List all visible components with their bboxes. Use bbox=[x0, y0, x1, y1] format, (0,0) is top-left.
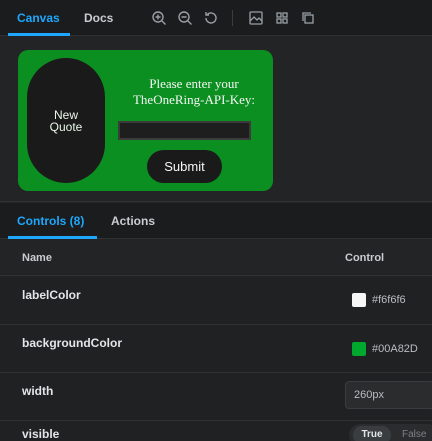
submit-button[interactable]: Submit bbox=[147, 150, 222, 183]
table-row: width 260px bbox=[0, 373, 432, 421]
toggle-true-option[interactable]: True bbox=[353, 426, 391, 441]
canvas-preview: New Quote Please enter your TheOneRing-A… bbox=[0, 37, 432, 202]
grid-icon[interactable] bbox=[274, 10, 290, 26]
column-header-name: Name bbox=[22, 252, 52, 264]
tab-controls[interactable]: Controls (8) bbox=[17, 203, 84, 239]
table-row: labelColor #f6f6f6 bbox=[0, 277, 432, 325]
tab-docs[interactable]: Docs bbox=[84, 0, 113, 36]
new-quote-button[interactable]: New Quote bbox=[27, 58, 105, 183]
controls-table-header: Name Control bbox=[0, 240, 432, 276]
reset-zoom-icon[interactable] bbox=[203, 10, 219, 26]
tab-actions[interactable]: Actions bbox=[111, 203, 155, 239]
toggle-false-option[interactable]: False bbox=[402, 426, 426, 441]
arg-name: visible bbox=[22, 427, 60, 441]
column-header-control: Control bbox=[345, 252, 385, 264]
active-tab-indicator bbox=[8, 33, 70, 36]
color-swatch[interactable] bbox=[352, 342, 366, 356]
arg-name: labelColor bbox=[22, 288, 81, 302]
new-quote-label: New Quote bbox=[49, 107, 83, 134]
api-key-input[interactable] bbox=[118, 121, 251, 140]
color-value[interactable]: #f6f6f6 bbox=[372, 294, 406, 306]
canvas-toolbar: Canvas Docs bbox=[0, 0, 432, 36]
toolbar-divider bbox=[232, 10, 233, 26]
zoom-out-icon[interactable] bbox=[177, 10, 193, 26]
api-key-prompt: Please enter your TheOneRing-API-Key: bbox=[132, 76, 256, 107]
api-key-card: New Quote Please enter your TheOneRing-A… bbox=[18, 50, 273, 191]
arg-name: width bbox=[22, 384, 54, 398]
tab-canvas[interactable]: Canvas bbox=[17, 0, 60, 36]
table-row: backgroundColor #00A82D bbox=[0, 325, 432, 373]
color-value[interactable]: #00A82D bbox=[372, 343, 418, 355]
outline-icon[interactable] bbox=[300, 10, 316, 26]
arg-name: backgroundColor bbox=[22, 336, 123, 350]
color-swatch[interactable] bbox=[352, 293, 366, 307]
zoom-in-icon[interactable] bbox=[151, 10, 167, 26]
addon-panel-tabs: Controls (8) Actions bbox=[0, 203, 432, 239]
width-input[interactable]: 260px bbox=[345, 381, 432, 409]
active-panel-tab-indicator bbox=[8, 236, 97, 239]
background-icon[interactable] bbox=[248, 10, 264, 26]
